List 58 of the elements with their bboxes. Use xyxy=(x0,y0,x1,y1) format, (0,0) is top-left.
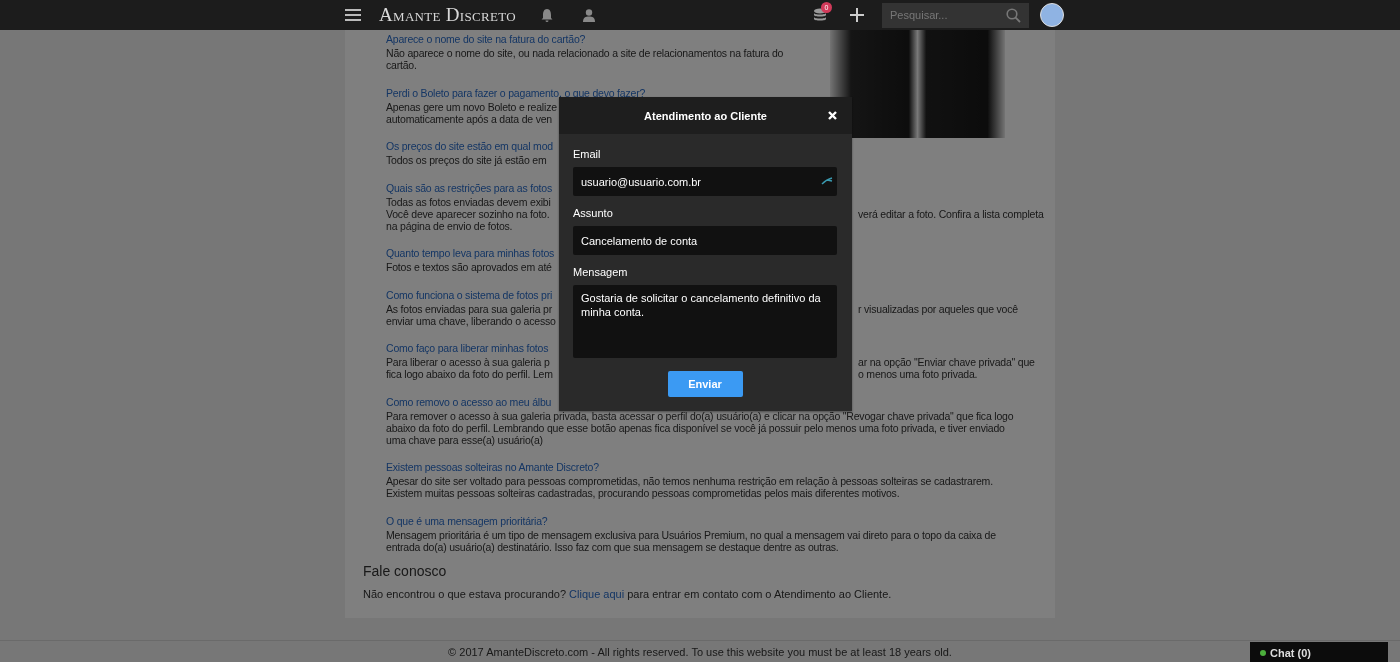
contact-link[interactable]: Clique aqui xyxy=(569,587,625,600)
bell-icon[interactable] xyxy=(540,8,553,22)
answer-text: verá editar a foto. Confira a lista completa xyxy=(858,207,1044,220)
avatar[interactable] xyxy=(1040,3,1064,27)
answer-text: Para remover o acesso à sua galeria privada, basta acessar o perfil do(a) usuário(a) e clicar na opção "Revogar chave privada" que fica logo xyxy=(386,409,1014,422)
faq-question-link[interactable]: Aparece o nome do site na fatura do cartão? xyxy=(386,32,586,47)
input-field[interactable]: Cancelamento de conta xyxy=(573,226,837,255)
chat-label: Chat (0) xyxy=(1270,646,1311,659)
answer-text: uma chave para esse(a) usuário(a) xyxy=(386,433,543,446)
answer-text: Mensagem prioritária é um tipo de mensagem exclusiva para Usuários Premium, no qual a mensagem vai direto para o topo da caixa de xyxy=(386,528,996,541)
answer-text: abaixo da foto do perfil. Lembrando que esse botão apenas fica disponível se você já possuir pelo menos uma foto privada, e tiver enviado xyxy=(386,421,1005,434)
close-icon[interactable] xyxy=(828,111,837,120)
faq-question-link[interactable]: Perdi o Boleto para fazer o pagamento, o que devo fazer? xyxy=(386,85,646,101)
field-label: Mensagem xyxy=(573,266,629,278)
search-icon[interactable] xyxy=(1006,7,1021,23)
faq-question-link[interactable]: Como removo o acesso ao meu álbu xyxy=(386,394,552,410)
answer-text: Você deve aparecer sozinho na foto. xyxy=(386,207,550,220)
search-field[interactable]: Pesquisar... xyxy=(882,2,1029,28)
answer-text: Apesar do site ser voltado para pessoas comprometidas, não temos nenhuma restrição em relação à pessoas solteiras se cadastrarem. xyxy=(386,475,993,487)
answer-text: automaticamente após a data de ven xyxy=(386,112,552,125)
hook-icon[interactable] xyxy=(821,177,833,185)
answer-text: na página de envio de fotos. xyxy=(386,219,513,232)
copyright-text: © 2017 AmanteDiscreto.com - All rights reserved. To use this website you must be at least 18 years old. xyxy=(448,646,952,658)
answer-text: enviar uma chave, liberando o acesso xyxy=(386,314,556,327)
answer-text: o menos uma foto privada. xyxy=(858,368,979,380)
chat-tab[interactable]: Chat (0) xyxy=(1250,642,1388,662)
user-icon[interactable] xyxy=(582,8,595,22)
faq-question-link[interactable]: Como faço para liberar minhas fotos xyxy=(386,341,549,356)
answer-text: entrada do(a) usuário(a) destinatário. Isso faz com que sua mensagem se destaque dentre as outras. xyxy=(386,540,839,553)
answer-text: As fotos enviadas para sua galeria pr xyxy=(386,302,552,315)
contact-text: Não encontrou o que estava procurando? Clique aqui para entrar em contato com o Atendimento ao Cliente. xyxy=(363,587,893,600)
faq-question-link[interactable]: Os preços do site estão em qual mod xyxy=(386,139,553,154)
answer-text: ar na opção "Enviar chave privada" que xyxy=(858,356,1036,368)
answer-text: r visualizadas por aqueles que você xyxy=(858,302,1019,315)
menu-icon[interactable] xyxy=(345,9,361,21)
faq-question-link[interactable]: O que é uma mensagem prioritária? xyxy=(386,513,548,529)
faq-question-link[interactable]: Quanto tempo leva para minhas fotos xyxy=(386,246,555,261)
faq-question-link[interactable]: Como funciona o sistema de fotos pri xyxy=(386,287,553,303)
send-button[interactable]: Enviar xyxy=(667,371,743,397)
answer-text: fica logo abaixo da foto do perfil. Lem xyxy=(386,368,553,380)
answer-text: Para liberar o acesso à sua galeria p xyxy=(386,356,550,368)
faq-question-link[interactable]: Quais são as restrições para as fotos xyxy=(386,180,552,196)
modal-title: Atendimento ao Cliente xyxy=(644,109,767,122)
answer-text: Fotos e textos são aprovados em até xyxy=(386,261,552,273)
answer-text: Apenas gere um novo Boleto e realize xyxy=(386,100,557,113)
answer-text: Não aparece o nome do site, ou nada relacionado a site de relacionamentos na fatura do xyxy=(386,47,784,59)
site-logo[interactable]: Amante Discreto xyxy=(379,4,516,26)
answer-text: Todas as fotos enviadas devem exibi xyxy=(386,195,551,208)
answer-text: cartão. xyxy=(386,59,417,71)
faq-question-link[interactable]: Existem pessoas solteiras no Amante Discreto? xyxy=(386,460,599,475)
field-label: Assunto xyxy=(573,207,614,219)
input-field[interactable]: usuario@usuario.com.br xyxy=(573,167,837,196)
section-heading: Fale conosco xyxy=(363,562,448,579)
plus-icon[interactable] xyxy=(850,8,864,22)
field-label: Email xyxy=(573,148,602,160)
answer-text: Existem muitas pessoas solteiras cadastradas, procurando pessoas comprometidas pelos mais diferentes motivos. xyxy=(386,487,900,499)
answer-text: Todos os preços do site já estão em xyxy=(386,154,547,166)
message-field[interactable]: Gostaria de solicitar o cancelamento definitivo da minha conta. xyxy=(573,285,837,358)
